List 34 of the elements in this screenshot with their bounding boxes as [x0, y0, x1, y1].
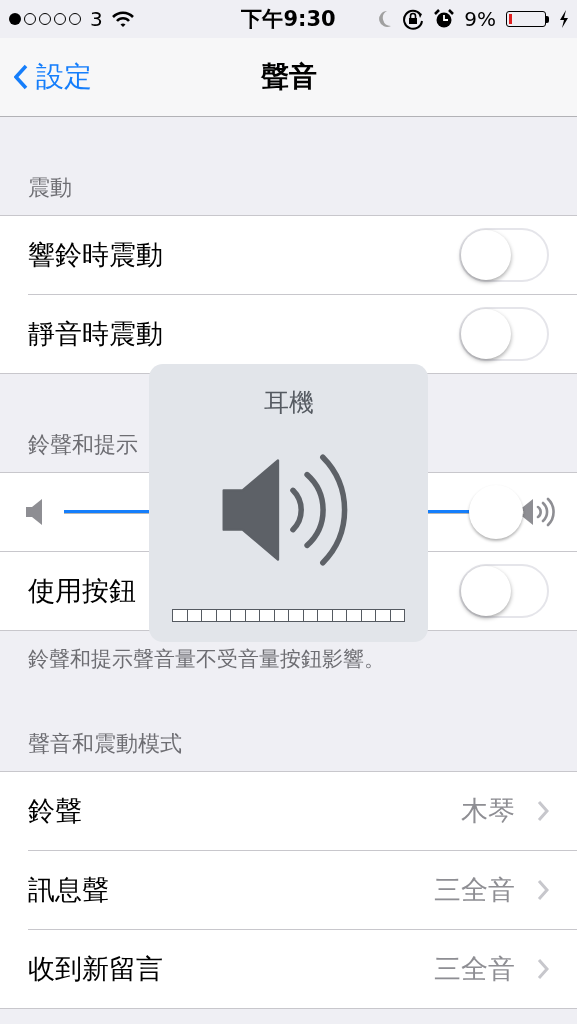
toggle-switch[interactable]: [459, 564, 549, 618]
slider-thumb[interactable]: [469, 485, 524, 539]
status-time: 下午9:30: [241, 6, 336, 33]
toggle-switch[interactable]: [459, 228, 549, 282]
section-header: 鈴聲和提示: [28, 431, 138, 459]
setting-label: 響鈴時震動: [28, 238, 164, 272]
chevron-left-icon: [14, 64, 28, 90]
section-header: 聲音和震動模式: [28, 730, 182, 758]
setting-value: 三全音: [434, 952, 515, 986]
alarm-clock-icon: [434, 9, 455, 29]
setting-value: 木琴: [461, 794, 515, 828]
setting-label: 訊息聲: [28, 873, 110, 907]
section-footer: 鈴聲和提示聲音量不受音量按鈕影響。: [0, 631, 577, 673]
rotation-lock-icon: [402, 8, 425, 30]
setting-label: 鈴聲: [28, 794, 83, 828]
setting-label: 使用按鈕: [28, 574, 137, 608]
moon-icon: [376, 10, 393, 28]
back-button[interactable]: 設定: [0, 57, 98, 97]
chevron-right-icon: [537, 879, 549, 901]
volume-low-icon: [26, 499, 44, 525]
battery-percentage: 9%: [464, 7, 496, 31]
battery-icon: [506, 11, 546, 27]
page-title: 聲音: [260, 60, 317, 93]
section-header: 震動: [28, 174, 72, 202]
chevron-right-icon: [537, 958, 549, 980]
toggle-switch[interactable]: [459, 307, 549, 361]
signal-icon: [8, 12, 82, 26]
carrier-name: 3: [90, 7, 103, 31]
wifi-icon: [110, 10, 135, 28]
overlay-title: 耳機: [263, 387, 314, 419]
chevron-right-icon: [537, 800, 549, 822]
setting-label: 靜音時震動: [28, 317, 164, 351]
setting-label: 收到新留言: [28, 952, 164, 986]
setting-value: 三全音: [434, 873, 515, 907]
